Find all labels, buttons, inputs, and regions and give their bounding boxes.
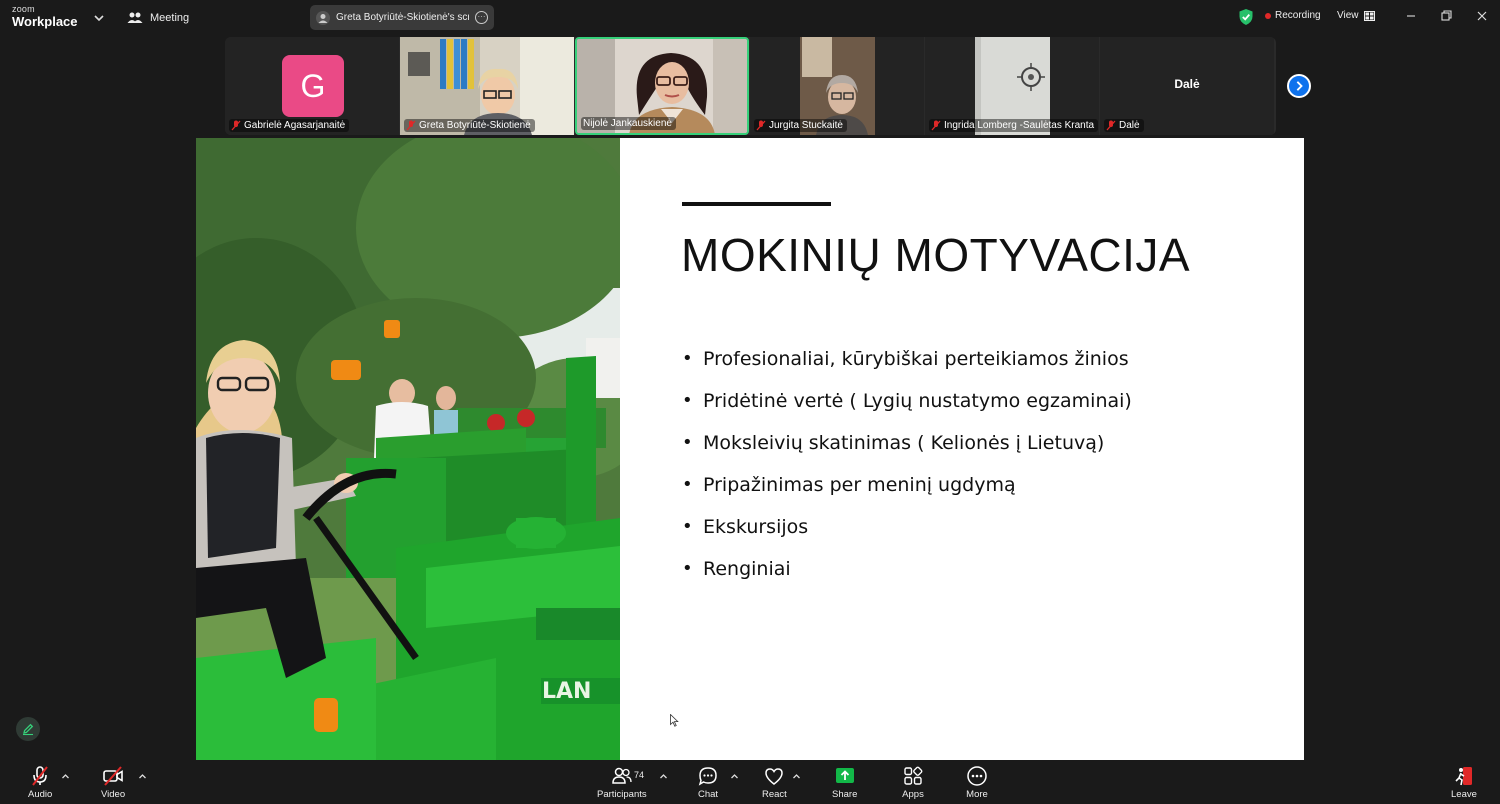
leave-label: Leave (1451, 789, 1477, 800)
participant-name-tag: Ingrida Lomberg -Saulėtas Kranta (929, 119, 1099, 132)
zoom-logo: zoom Workplace (12, 4, 78, 29)
more-button[interactable]: More (966, 765, 988, 803)
meeting-label: Meeting (150, 12, 190, 24)
participants-label: Participants (597, 789, 647, 800)
share-screen-icon (835, 768, 854, 783)
participants-icon (612, 767, 632, 784)
muted-mic-icon (756, 120, 766, 131)
participant-tile-active-speaker[interactable]: Nijolė Jankauskienė (575, 37, 749, 135)
leave-door-icon (1455, 767, 1472, 786)
minimize-window-icon[interactable] (1402, 8, 1420, 24)
participant-name: Nijolė Jankauskienė (583, 118, 672, 129)
heart-icon (765, 768, 784, 785)
react-label: React (762, 789, 787, 800)
participant-tile[interactable]: G Gabrielė Agasarjanaitė (225, 37, 399, 135)
grid-view-icon (1363, 10, 1375, 21)
chat-options-caret-icon[interactable] (730, 772, 739, 781)
mouse-cursor-icon (670, 714, 679, 727)
react-options-caret-icon[interactable] (792, 772, 801, 781)
slide-bullet: Ekskursijos (682, 512, 1132, 554)
participant-tile[interactable]: Jurgita Stuckaitė (750, 37, 924, 135)
logo-bottom-text: Workplace (12, 14, 78, 29)
recording-label: Recording (1275, 10, 1321, 21)
participant-tile[interactable]: Ingrida Lomberg -Saulėtas Kranta (925, 37, 1099, 135)
apps-icon (904, 766, 923, 785)
slide-bullet: Renginiai (682, 554, 1132, 596)
audio-options-caret-icon[interactable] (61, 772, 70, 781)
pencil-icon (23, 723, 34, 736)
chat-button[interactable]: Chat (697, 765, 719, 803)
shared-screen-slide: LAN MOKINIŲ MOTYVACIJA Profesionaliai, k… (196, 138, 1304, 760)
participants-count: 74 (634, 770, 645, 780)
participants-gallery-strip: G Gabrielė Agasarjanaitė Greta Botyriūtė… (225, 37, 1276, 135)
video-label: Video (101, 789, 126, 800)
chat-label: Chat (697, 789, 719, 800)
slide-title: MOKINIŲ MOTYVACIJA (681, 229, 1191, 281)
muted-mic-icon (231, 120, 241, 131)
share-button[interactable]: Share (832, 765, 857, 803)
participant-name-tag: Dalė (1104, 119, 1144, 132)
slide-bullet: Pripažinimas per meninį ugdymą (682, 470, 1132, 512)
participants-options-caret-icon[interactable] (659, 772, 668, 781)
video-button[interactable]: Video (101, 765, 125, 803)
apps-button[interactable]: Apps (902, 765, 924, 803)
participant-name: Gabrielė Agasarjanaitė (244, 120, 346, 131)
recording-dot-icon (1265, 12, 1271, 19)
view-label: View (1337, 10, 1359, 21)
meeting-info-button[interactable]: Meeting (127, 9, 189, 27)
share-label: Share (832, 789, 858, 800)
annotate-button[interactable] (16, 717, 40, 741)
slide-photo: LAN (196, 138, 620, 760)
participant-name: Ingrida Lomberg -Saulėtas Kranta (944, 120, 1095, 131)
participant-name-tag: Greta Botyriūtė-Skiotienė (404, 119, 535, 132)
more-label: More (966, 789, 988, 800)
more-options-icon[interactable]: ··· (475, 11, 488, 24)
chat-bubble-icon (698, 767, 717, 786)
avatar: G (282, 55, 344, 117)
screen-share-label: Greta Botyriūtė-Skiotienė's scree (336, 12, 469, 23)
logo-top-text: zoom (12, 4, 35, 14)
leave-button[interactable]: Leave (1451, 765, 1477, 803)
participant-name: Dalė (1119, 120, 1140, 131)
apps-label: Apps (902, 789, 924, 800)
participant-name: Jurgita Stuckaitė (769, 120, 843, 131)
video-off-icon (103, 766, 123, 786)
recording-indicator[interactable]: Recording (1265, 10, 1321, 21)
participant-big-name: Dalė (1174, 77, 1200, 91)
meeting-people-icon (127, 12, 143, 23)
muted-mic-icon (931, 120, 941, 131)
meeting-toolbar: Audio Video Participants 74 Chat React S… (0, 760, 1500, 804)
video-options-caret-icon[interactable] (138, 772, 147, 781)
more-dots-icon (967, 766, 987, 786)
screen-share-indicator[interactable]: Greta Botyriūtė-Skiotienė's scree ··· (310, 5, 494, 30)
slide-bullet: Profesionaliai, kūrybiškai perteikiamos … (682, 344, 1132, 386)
participant-name-tag: Gabrielė Agasarjanaitė (229, 119, 350, 132)
muted-mic-icon (1106, 120, 1116, 131)
react-button[interactable]: React (762, 765, 787, 803)
participant-tile[interactable]: Greta Botyriūtė-Skiotienė (400, 37, 574, 135)
top-bar: zoom Workplace Meeting Greta Botyriūtė-S… (0, 0, 1500, 36)
restore-window-icon[interactable] (1437, 8, 1455, 24)
participant-tile[interactable]: Dalė Dalė (1100, 37, 1274, 135)
close-window-icon[interactable] (1473, 8, 1491, 24)
next-page-arrow-icon[interactable] (1287, 74, 1311, 98)
audio-label: Audio (28, 789, 53, 800)
slide-title-rule (682, 202, 831, 206)
security-shield-icon[interactable] (1238, 8, 1254, 26)
slide-bullet-list: Profesionaliai, kūrybiškai perteikiamos … (682, 344, 1132, 596)
muted-microphone-icon (32, 766, 48, 786)
muted-mic-icon (406, 120, 416, 131)
audio-button[interactable]: Audio (28, 765, 52, 803)
participant-name: Greta Botyriūtė-Skiotienė (419, 120, 531, 131)
screen-share-avatar-icon (316, 10, 330, 25)
participant-name-tag: Jurgita Stuckaitė (754, 119, 847, 132)
slide-bullet: Pridėtinė vertė ( Lygių nustatymo egzami… (682, 386, 1132, 428)
slide-bullet: Moksleivių skatinimas ( Kelionės į Lietu… (682, 428, 1132, 470)
chevron-down-icon[interactable] (92, 11, 106, 25)
view-button[interactable]: View (1337, 10, 1375, 21)
tractor-brand-text: LAN (542, 679, 591, 704)
participant-name-tag: Nijolė Jankauskienė (581, 117, 676, 130)
